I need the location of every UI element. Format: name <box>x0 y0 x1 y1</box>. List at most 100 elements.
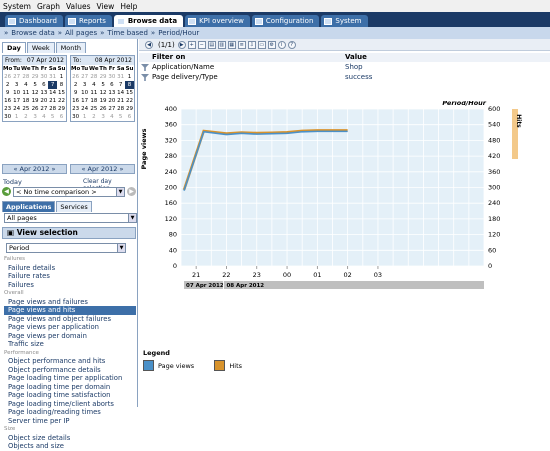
calendar-day[interactable]: 1 <box>125 73 134 81</box>
view-list-item[interactable]: Page loading time satisfaction <box>4 391 136 400</box>
calendar-day[interactable]: 28 <box>48 105 57 113</box>
previous-page-icon[interactable]: ◀ <box>145 40 153 49</box>
calendar-day[interactable]: 14 <box>48 89 57 97</box>
calendar-day[interactable]: 5 <box>116 113 125 121</box>
menu-system[interactable]: System <box>3 2 31 11</box>
zoom-out-icon[interactable]: − <box>197 40 206 49</box>
tab-configuration[interactable]: Configuration <box>251 15 320 27</box>
calendar-day[interactable]: 16 <box>3 97 12 105</box>
calendar-day[interactable]: 11 <box>21 89 31 97</box>
calendar-day[interactable]: 27 <box>12 73 21 81</box>
calendar-day[interactable]: 26 <box>71 73 80 81</box>
filter-value-link[interactable]: success <box>345 72 550 82</box>
calendar-day[interactable]: 25 <box>21 105 31 113</box>
tab-browse-data[interactable]: Browse data <box>113 15 184 27</box>
calendar-day[interactable]: 29 <box>125 105 134 113</box>
menu-help[interactable]: Help <box>120 2 137 11</box>
calendar-day[interactable]: 22 <box>57 97 66 105</box>
calendar-day[interactable]: 30 <box>39 73 48 81</box>
calendar-day[interactable]: 4 <box>107 113 116 121</box>
view-list-item[interactable]: Page views and failures <box>4 298 136 307</box>
calendar-day[interactable]: 15 <box>125 89 134 97</box>
calendar-day[interactable]: 12 <box>99 89 108 97</box>
export-icon[interactable]: ⇩ <box>247 40 256 49</box>
calendar-day[interactable]: 24 <box>12 105 21 113</box>
calendar-day[interactable]: 2 <box>3 81 12 89</box>
calendar-day[interactable]: 6 <box>107 81 116 89</box>
tab-services[interactable]: Services <box>56 201 92 212</box>
calendar-day[interactable]: 27 <box>39 105 48 113</box>
calendar-day[interactable]: 9 <box>71 89 80 97</box>
calendar-day[interactable]: 4 <box>39 113 48 121</box>
calendar-day[interactable]: 3 <box>80 81 89 89</box>
calendar-day[interactable]: 14 <box>116 89 125 97</box>
today-link[interactable]: Today <box>3 178 22 186</box>
calendar-day[interactable]: 27 <box>107 105 116 113</box>
tab-kpi-overview[interactable]: KPI overview <box>185 15 250 27</box>
calendar-day[interactable]: 26 <box>31 105 40 113</box>
info-icon[interactable]: i <box>277 40 286 49</box>
calendar-day[interactable]: 23 <box>71 105 80 113</box>
view-list-item[interactable]: Failure rates <box>4 272 136 281</box>
tab-applications[interactable]: Applications <box>2 201 56 212</box>
view-list-item[interactable]: Objects and size <box>4 442 136 451</box>
breadcrumb-all-pages[interactable]: All pages <box>65 29 97 37</box>
filter-value-link[interactable]: Shop <box>345 62 550 72</box>
calendar-day[interactable]: 8 <box>125 81 134 89</box>
calendar-day[interactable]: 30 <box>71 113 80 121</box>
grid-icon[interactable]: ▦ <box>227 40 236 49</box>
view-list-item[interactable]: Failure details <box>4 264 136 273</box>
calendar-day[interactable]: 2 <box>71 81 80 89</box>
view-list-item[interactable]: Failures <box>4 281 136 290</box>
calendar-day[interactable]: 5 <box>99 81 108 89</box>
calendar-day[interactable]: 4 <box>21 81 31 89</box>
tab-week[interactable]: Week <box>26 42 55 53</box>
view-list-item[interactable]: Server time per IP <box>4 417 136 426</box>
calendar-day[interactable]: 12 <box>31 89 40 97</box>
calendar-day[interactable]: 20 <box>107 97 116 105</box>
calendar-day[interactable]: 31 <box>48 73 57 81</box>
from-month-nav[interactable]: « Apr 2012 » <box>2 164 67 174</box>
help-icon[interactable]: ? <box>287 40 296 49</box>
next-arrow-icon[interactable]: ▶ <box>127 187 136 196</box>
calendar-day[interactable]: 30 <box>107 73 116 81</box>
calendar-day[interactable]: 30 <box>3 113 12 121</box>
calendar-day[interactable]: 3 <box>12 81 21 89</box>
view-list-item[interactable]: Page views and object failures <box>4 315 136 324</box>
tab-day[interactable]: Day <box>2 42 26 53</box>
menu-graph[interactable]: Graph <box>37 2 60 11</box>
calendar-day[interactable]: 25 <box>89 105 99 113</box>
print-icon[interactable]: ▭ <box>257 40 266 49</box>
calendar-day[interactable]: 4 <box>89 81 99 89</box>
calendar-day[interactable]: 6 <box>125 113 134 121</box>
calendar-day[interactable]: 3 <box>99 113 108 121</box>
table-view-icon[interactable]: ▤ <box>207 40 216 49</box>
calendar-day[interactable]: 28 <box>89 73 99 81</box>
calendar-day[interactable]: 11 <box>89 89 99 97</box>
view-list-item[interactable]: Page loading time per application <box>4 374 136 383</box>
calendar-day[interactable]: 24 <box>80 105 89 113</box>
calendar-day[interactable]: 1 <box>57 73 66 81</box>
calendar-day[interactable]: 15 <box>57 89 66 97</box>
calendar-day[interactable]: 26 <box>99 105 108 113</box>
view-list-item[interactable]: Object performance details <box>4 366 136 375</box>
view-list-item[interactable]: Page views per application <box>4 323 136 332</box>
calendar-day[interactable]: 28 <box>21 73 31 81</box>
calendar-day[interactable]: 8 <box>57 81 66 89</box>
calendar-day[interactable]: 5 <box>48 113 57 121</box>
calendar-day[interactable]: 1 <box>80 113 89 121</box>
calendar-day[interactable]: 1 <box>12 113 21 121</box>
calendar-day[interactable]: 17 <box>80 97 89 105</box>
view-list-item[interactable]: Object performance and hits <box>4 357 136 366</box>
calendar-day[interactable]: 20 <box>39 97 48 105</box>
calendar-day[interactable]: 18 <box>21 97 31 105</box>
calendar-day[interactable]: 6 <box>57 113 66 121</box>
tab-system[interactable]: System <box>321 15 368 27</box>
calendar-day[interactable]: 19 <box>99 97 108 105</box>
calendar-day[interactable]: 13 <box>107 89 116 97</box>
previous-arrow-icon[interactable]: ◀ <box>2 187 11 196</box>
calendar-day[interactable]: 21 <box>116 97 125 105</box>
period-select[interactable]: Period ▼ <box>6 243 126 253</box>
calendar-day[interactable]: 29 <box>31 73 40 81</box>
chart-view-icon[interactable]: ▥ <box>217 40 226 49</box>
